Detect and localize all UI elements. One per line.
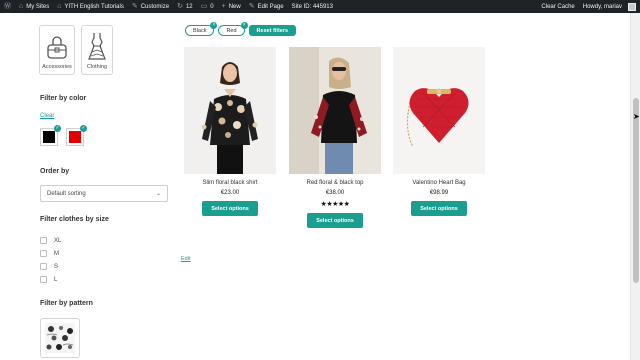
product-price: €98.99 (429, 190, 449, 196)
product-photo-floral-top (289, 47, 381, 174)
updates-count: 12 (185, 3, 193, 10)
product-card: Slim floral black shirt €23.00 Select op… (184, 47, 276, 216)
order-by-value: Default sorting (47, 190, 86, 197)
size-filter-title: Filter clothes by size (40, 216, 109, 223)
comment-icon: ▭ (200, 3, 208, 10)
color-swatch-red[interactable]: ✓ (66, 125, 87, 146)
site-name-label: YITH English Tutorials (64, 3, 124, 10)
checkbox[interactable] (40, 276, 47, 283)
size-label: L (54, 276, 58, 283)
clear-cache-button[interactable]: Clear Cache (537, 0, 578, 13)
dress-icon (88, 33, 106, 60)
product-image[interactable] (289, 47, 381, 174)
chip-label: Black (193, 27, 207, 34)
swatch-selected-icon: ✓ (80, 125, 87, 132)
chevron-down-icon: ⌄ (155, 191, 161, 197)
category-tiles: Accessories Clothing (39, 25, 113, 75)
home-icon: ⌂ (57, 3, 62, 10)
product-image[interactable] (184, 47, 276, 174)
checkbox[interactable] (40, 237, 47, 244)
reset-filters-button[interactable]: Reset filters (248, 25, 297, 36)
customize-label: Customize (140, 3, 170, 10)
active-filters: Black × Red × Reset filters (185, 22, 297, 36)
howdy-label: Howdy, mariav (582, 3, 622, 10)
checkbox[interactable] (40, 250, 47, 257)
clear-cache-label: Clear Cache (541, 3, 575, 10)
wordpress-icon: Ⓦ (4, 3, 11, 10)
mouse-cursor-icon: ➤ (633, 112, 640, 121)
brush-icon: ✎ (131, 3, 138, 10)
swatch-fill (43, 131, 55, 143)
sites-icon: ⌂ (19, 3, 24, 10)
pattern-option-floral[interactable] (40, 318, 80, 358)
product-name[interactable]: Red floral & black top (289, 180, 381, 186)
product-photo-floral-shirt (184, 47, 276, 174)
category-accessories[interactable]: Accessories (39, 25, 75, 75)
refresh-icon: ↻ (177, 3, 183, 10)
size-option-l[interactable]: L (40, 276, 57, 283)
plus-icon: + (221, 3, 226, 10)
my-sites-menu[interactable]: ⌂ My Sites (15, 0, 53, 13)
pencil-icon: ✎ (248, 3, 255, 10)
clear-colors-link[interactable]: Clear (40, 113, 54, 119)
edit-page-link[interactable]: ✎ Edit Page (245, 0, 288, 13)
new-content-menu[interactable]: + New (218, 0, 245, 13)
product-price: €23.00 (220, 190, 240, 196)
customize-link[interactable]: ✎ Customize (128, 0, 173, 13)
order-by-title: Order by (40, 168, 70, 175)
reset-label: Reset filters (256, 27, 289, 34)
wordpress-logo[interactable]: Ⓦ (0, 0, 15, 13)
product-price: €38.00 (325, 190, 345, 196)
floral-pattern-icon (45, 323, 75, 353)
my-sites-label: My Sites (26, 3, 50, 10)
comments-count: 0 (210, 3, 214, 10)
new-label: New (228, 3, 241, 10)
order-by-select[interactable]: Default sorting ⌄ (40, 185, 168, 202)
site-id-text: Site ID: 445913 (291, 3, 333, 10)
close-icon[interactable]: × (240, 22, 248, 29)
product-image[interactable] (393, 47, 485, 174)
edit-link[interactable]: Edit (181, 256, 190, 262)
color-swatch-black[interactable]: ✓ (40, 125, 61, 146)
checkbox[interactable] (40, 263, 47, 270)
product-card: Valentino Heart Bag €98.99 Select option… (393, 47, 485, 216)
category-label: Clothing (86, 64, 108, 70)
size-option-m[interactable]: M (40, 250, 59, 257)
site-name-menu[interactable]: ⌂ YITH English Tutorials (53, 0, 128, 13)
product-name[interactable]: Slim floral black shirt (184, 180, 276, 186)
star-rating: ★★★★★ (320, 201, 350, 208)
close-icon[interactable]: × (210, 22, 218, 29)
scroll-thumb[interactable] (633, 98, 639, 283)
edit-page-label: Edit Page (257, 3, 284, 10)
comments-link[interactable]: ▭ 0 (197, 0, 218, 13)
site-id-label: Site ID: 445913 (288, 0, 337, 13)
chip-label: Red (226, 27, 237, 34)
size-label: S (54, 263, 59, 270)
bag-icon (47, 36, 67, 59)
active-filter-black[interactable]: Black × (185, 22, 218, 36)
size-option-xl[interactable]: XL (40, 237, 61, 244)
account-menu[interactable]: Howdy, mariav (579, 0, 640, 13)
swatch-fill (69, 131, 81, 143)
product-card: Red floral & black top €38.00 ★★★★★ Sele… (289, 47, 381, 228)
product-photo-heart-bag (393, 47, 485, 174)
category-clothing[interactable]: Clothing (81, 25, 113, 75)
swatch-selected-icon: ✓ (54, 125, 61, 132)
updates-link[interactable]: ↻ 12 (173, 0, 197, 13)
product-name[interactable]: Valentino Heart Bag (393, 180, 485, 186)
category-label: Accessories (42, 64, 72, 70)
filter-color-title: Filter by color (40, 95, 87, 102)
active-filter-red[interactable]: Red × (218, 22, 248, 36)
size-label: M (54, 250, 59, 257)
select-options-button[interactable]: Select options (202, 201, 258, 216)
page-content: Accessories Clothing Filter by color Cle… (0, 13, 630, 360)
page-scrollbar[interactable] (630, 13, 640, 360)
size-option-s[interactable]: S (40, 263, 58, 270)
select-options-button[interactable]: Select options (411, 201, 467, 216)
admin-bar: Ⓦ ⌂ My Sites ⌂ YITH English Tutorials ✎ Cus… (0, 0, 640, 13)
pattern-filter-title: Filter by pattern (40, 300, 93, 307)
size-label: XL (54, 237, 62, 244)
avatar (628, 2, 636, 11)
select-options-button[interactable]: Select options (307, 213, 363, 228)
